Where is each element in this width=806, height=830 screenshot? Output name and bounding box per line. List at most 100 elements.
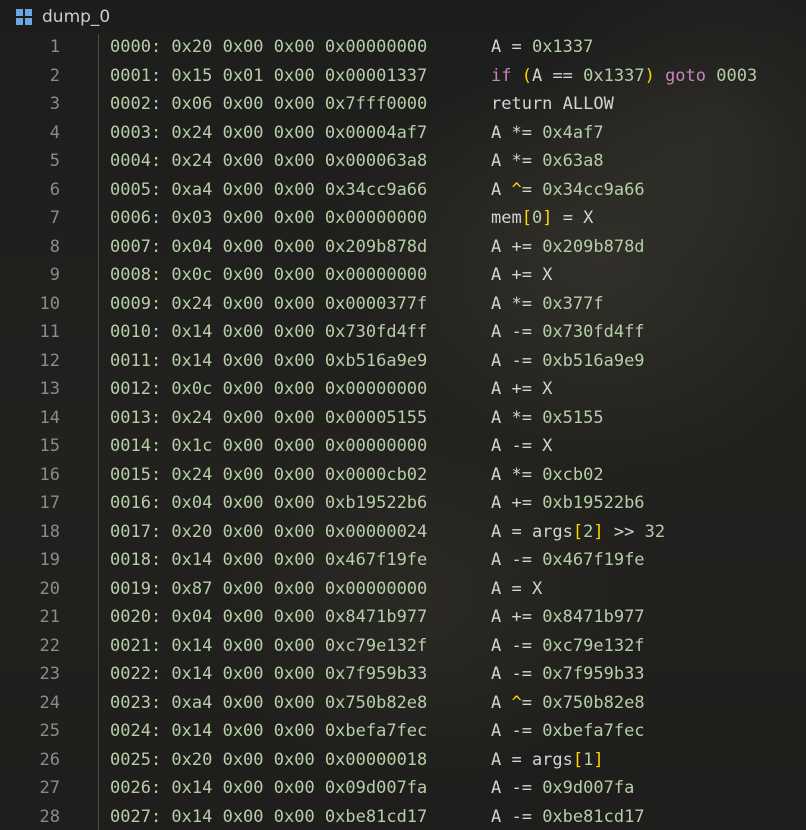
file-tab[interactable]: dump_0 xyxy=(0,0,806,34)
line-number: 18 xyxy=(39,521,60,542)
code-line: 6 0005: 0xa4 0x00 0x00 0x34cc9a66 A ^= 0x3… xyxy=(0,176,806,205)
bpf-instruction-decoded: if (A == 0x1337) goto 0003 xyxy=(491,62,757,91)
code-token: A -= xyxy=(491,664,543,684)
bpf-instruction-decoded: A *= 0x63a8 xyxy=(491,147,604,176)
bpf-instruction-hex: 0022: 0x14 0x00 0x00 0x7f959b33 xyxy=(110,664,428,684)
bpf-instruction-decoded: A -= 0xb516a9e9 xyxy=(491,347,645,376)
code-line: 23 0022: 0x14 0x00 0x00 0x7f959b33 A -= 0x… xyxy=(0,660,806,689)
bpf-instruction-hex: 0000: 0x20 0x00 0x00 0x00000000 xyxy=(110,37,428,57)
line-number: 16 xyxy=(39,464,60,485)
code-line: 5 0004: 0x24 0x00 0x00 0x000063a8 A *= 0x6… xyxy=(0,147,806,176)
line-number: 4 xyxy=(49,122,60,143)
bpf-instruction-decoded: A -= 0x467f19fe xyxy=(491,546,645,575)
code-token: A -= xyxy=(491,322,543,342)
code-line: 16 0015: 0x24 0x00 0x00 0x0000cb02 A *= 0x… xyxy=(0,461,806,490)
code-line: 8 0007: 0x04 0x00 0x00 0x209b878d A += 0x2… xyxy=(0,233,806,262)
bpf-instruction-hex: 0013: 0x24 0x00 0x00 0x00005155 xyxy=(110,407,428,428)
bpf-instruction-decoded: mem[0] = X xyxy=(491,204,593,233)
line-number: 10 xyxy=(39,293,60,314)
line-number: 21 xyxy=(39,607,60,627)
code-token: 0x63a8 xyxy=(542,151,604,171)
code-line: 7 0006: 0x03 0x00 0x00 0x00000000 mem[0] =… xyxy=(0,204,806,233)
code-line: 26 0025: 0x20 0x00 0x00 0x00000018 A = arg… xyxy=(0,746,806,775)
code-token: ^ xyxy=(511,692,522,713)
bpf-instruction-decoded: A = args[1] xyxy=(491,746,604,775)
line-number: 17 xyxy=(39,493,60,513)
bpf-instruction-decoded: A += X xyxy=(491,261,552,290)
bpf-instruction-hex: 0026: 0x14 0x00 0x00 0x09d007fa xyxy=(110,778,428,798)
code-token: = X xyxy=(552,208,594,228)
line-number: 23 xyxy=(39,664,60,684)
code-line: 9 0008: 0x0c 0x00 0x00 0x00000000 A += X xyxy=(0,261,806,290)
code-line: 15 0014: 0x1c 0x00 0x00 0x00000000 A -= X xyxy=(0,432,806,461)
code-token: 32 xyxy=(644,521,666,542)
code-line: 27 0026: 0x14 0x00 0x00 0x09d007fa A -= 0x… xyxy=(0,774,806,803)
bpf-instruction-decoded: A = 0x1337 xyxy=(491,33,593,62)
line-number: 28 xyxy=(39,806,60,827)
line-number: 19 xyxy=(39,550,60,570)
bpf-instruction-hex: 0024: 0x14 0x00 0x00 0xbefa7fec xyxy=(110,721,428,741)
bpf-instruction-decoded: A -= 0xbefa7fec xyxy=(491,717,645,746)
line-number: 22 xyxy=(39,635,60,656)
code-token: A *= xyxy=(491,464,543,485)
code-token: 0xb19522b6 xyxy=(542,493,645,513)
code-token: 0x377f xyxy=(542,293,604,314)
bpf-instruction-hex: 0004: 0x24 0x00 0x00 0x000063a8 xyxy=(110,151,428,171)
bpf-instruction-hex: 0016: 0x04 0x00 0x00 0xb19522b6 xyxy=(110,493,428,513)
code-token: mem xyxy=(491,208,522,228)
code-line: 19 0018: 0x14 0x00 0x00 0x467f19fe A -= 0x… xyxy=(0,546,806,575)
code-token: A == xyxy=(531,65,584,86)
code-token: A = X xyxy=(491,578,543,599)
line-number: 27 xyxy=(39,778,60,798)
code-line: 17 0016: 0x04 0x00 0x00 0xb19522b6 A += 0x… xyxy=(0,489,806,518)
code-token: 0x730fd4ff xyxy=(542,322,645,342)
bpf-instruction-decoded: A += 0xb19522b6 xyxy=(491,489,645,518)
code-line: 20 0019: 0x87 0x00 0x00 0x00000000 A = X xyxy=(0,575,806,604)
bpf-instruction-hex: 0012: 0x0c 0x00 0x00 0x00000000 xyxy=(110,379,428,399)
bpf-instruction-decoded: A -= 0x730fd4ff xyxy=(491,318,645,347)
tab-title: dump_0 xyxy=(42,7,111,27)
line-number: 15 xyxy=(39,436,60,456)
code-token: A *= xyxy=(491,151,543,171)
code-token: A += X xyxy=(491,379,553,399)
line-number: 20 xyxy=(39,578,60,599)
code-token: 0x467f19fe xyxy=(542,550,645,570)
line-number: 2 xyxy=(49,65,60,86)
code-token: ] xyxy=(593,521,604,542)
code-line: 12 0011: 0x14 0x00 0x00 0xb516a9e9 A -= 0x… xyxy=(0,347,806,376)
line-number: 12 xyxy=(39,350,60,371)
code-line: 13 0012: 0x0c 0x00 0x00 0x00000000 A += X xyxy=(0,375,806,404)
code-editor[interactable]: 1 0000: 0x20 0x00 0x00 0x00000000 A = 0x13… xyxy=(0,34,806,830)
code-line: 14 0013: 0x24 0x00 0x00 0x00005155 A *= 0x… xyxy=(0,404,806,433)
bpf-instruction-hex: 0001: 0x15 0x01 0x00 0x00001337 xyxy=(110,65,428,86)
bpf-instruction-hex: 0027: 0x14 0x00 0x00 0xbe81cd17 xyxy=(110,806,428,827)
code-token: A -= xyxy=(491,350,543,371)
bpf-instruction-hex: 0025: 0x20 0x00 0x00 0x00000018 xyxy=(110,749,428,770)
code-token: [ xyxy=(521,208,532,228)
code-token: 0xc79e132f xyxy=(542,635,645,656)
bpf-instruction-decoded: A = args[2] >> 32 xyxy=(491,518,665,547)
code-token: 0xcb02 xyxy=(542,464,604,485)
code-token: A += X xyxy=(491,265,553,285)
bpf-instruction-decoded: A -= 0xc79e132f xyxy=(491,632,645,661)
bpf-instruction-hex: 0021: 0x14 0x00 0x00 0xc79e132f xyxy=(110,635,428,656)
bpf-instruction-hex: 0017: 0x20 0x00 0x00 0x00000024 xyxy=(110,521,428,542)
code-token: ] xyxy=(593,749,604,770)
code-token: [ xyxy=(572,749,584,770)
line-number: 3 xyxy=(49,94,60,114)
line-number: 13 xyxy=(39,379,60,399)
bpf-instruction-decoded: A *= 0x4af7 xyxy=(491,119,604,148)
line-number: 14 xyxy=(39,407,60,428)
bpf-instruction-decoded: A *= 0x5155 xyxy=(491,404,604,433)
bpf-instruction-decoded: A += 0x8471b977 xyxy=(491,603,645,632)
code-token: 0x5155 xyxy=(542,407,604,428)
code-line: 28 0027: 0x14 0x00 0x00 0xbe81cd17 A -= 0x… xyxy=(0,803,806,830)
code-line: 1 0000: 0x20 0x00 0x00 0x00000000 A = 0x13… xyxy=(0,33,806,62)
code-token: A += xyxy=(491,607,543,627)
line-number: 25 xyxy=(39,721,60,741)
code-token: if xyxy=(491,65,522,86)
line-number: 9 xyxy=(49,265,60,285)
bpf-instruction-hex: 0010: 0x14 0x00 0x00 0x730fd4ff xyxy=(110,322,428,342)
bpf-instruction-decoded: A *= 0x377f xyxy=(491,290,604,319)
code-token: A *= xyxy=(491,122,543,143)
